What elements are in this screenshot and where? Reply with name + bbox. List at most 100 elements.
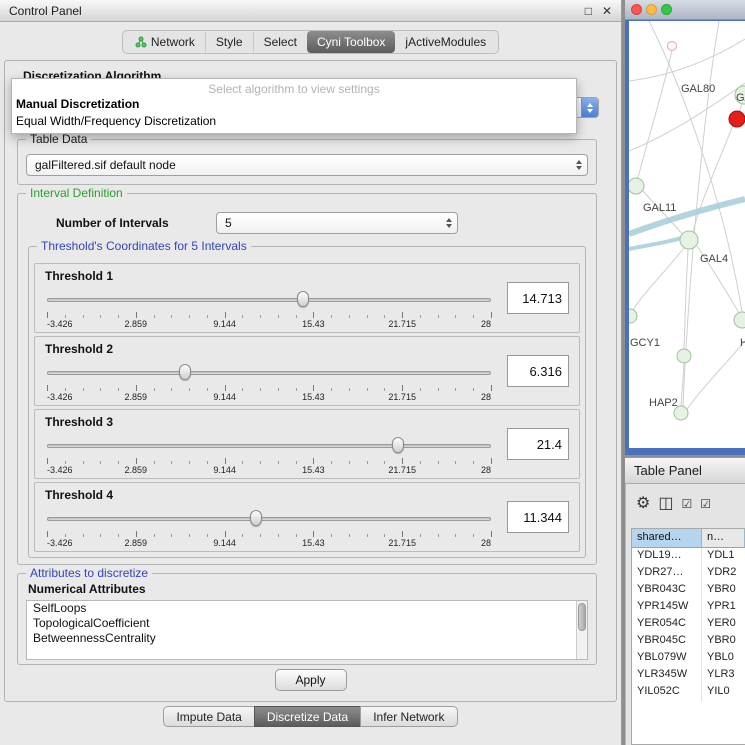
slider-thumb[interactable]: [392, 437, 404, 453]
table-cell[interactable]: YBR043C: [632, 582, 702, 599]
table-cell[interactable]: YDR27…: [632, 565, 702, 582]
algorithm-option-manual-discretization[interactable]: Manual Discretization: [12, 96, 576, 113]
gear-icon[interactable]: ⚙: [636, 496, 650, 512]
tab-jactivemodules[interactable]: jActiveModules: [395, 32, 496, 52]
tab-infer-network[interactable]: Infer Network: [360, 706, 457, 727]
slider-track[interactable]: [47, 298, 491, 302]
slider-track[interactable]: [47, 444, 491, 448]
threshold-value-input[interactable]: [507, 355, 569, 387]
scrollbar-thumb[interactable]: [578, 603, 586, 631]
table-cell[interactable]: YBR0: [702, 633, 745, 650]
table-cell[interactable]: YDR2: [702, 565, 745, 582]
table-row[interactable]: YDL19… YDL1: [632, 548, 745, 565]
threshold-label: Threshold 1: [45, 269, 113, 283]
table-cell[interactable]: YER054C: [632, 616, 702, 633]
slider-thumb[interactable]: [297, 291, 309, 307]
tab-network[interactable]: Network: [125, 32, 205, 52]
table-cell[interactable]: YIL0: [702, 684, 745, 701]
thresholds-coordinates-title: Threshold's Coordinates for 5 Intervals: [37, 239, 251, 253]
network-node[interactable]: [677, 349, 691, 363]
table-row[interactable]: YBR043C YBR0: [632, 582, 745, 599]
table-cell[interactable]: YLR3: [702, 667, 745, 684]
slider-tick: [313, 458, 314, 464]
threshold-slider[interactable]: [47, 363, 491, 383]
table-row[interactable]: YPR145W YPR1: [632, 599, 745, 616]
table-cell[interactable]: YBR0: [702, 582, 745, 599]
network-node[interactable]: [668, 42, 677, 51]
table-cell[interactable]: YBL079W: [632, 650, 702, 667]
checkbox-checked-icon[interactable]: ☑: [681, 498, 692, 510]
table-cell[interactable]: YBL0: [702, 650, 745, 667]
table-cell[interactable]: YIL052C: [632, 684, 702, 701]
algorithm-popup-hint: Select algorithm to view settings: [12, 79, 576, 96]
apply-button[interactable]: Apply: [275, 669, 347, 691]
columns-icon[interactable]: ◫: [658, 496, 673, 512]
network-window-titlebar: [625, 0, 745, 20]
cyni-toolbox-panel: Discretization Algorithm Select algorith…: [4, 60, 617, 702]
slider-tick: [171, 388, 172, 391]
interval-definition-group: Interval Definition Number of Intervals …: [17, 193, 597, 565]
close-window-icon[interactable]: ✕: [602, 4, 612, 18]
slider-scale: -3.4262.8599.14415.4321.71528: [47, 538, 491, 549]
slider-tick: [438, 461, 439, 464]
table-cell[interactable]: YBR045C: [632, 633, 702, 650]
network-node[interactable]: [680, 231, 698, 249]
slider-track[interactable]: [47, 371, 491, 375]
network-node-selected-red[interactable]: [729, 111, 745, 127]
network-canvas[interactable]: GAL80 GA GAL11 GAL4 GCY1 HAP2 H: [629, 21, 745, 448]
slider-tick: [349, 461, 350, 464]
tab-style[interactable]: Style: [205, 32, 253, 52]
slider-tick: [65, 315, 66, 318]
zoom-traffic-light-icon[interactable]: [661, 4, 672, 15]
threshold-slider[interactable]: [47, 436, 491, 456]
table-row[interactable]: YBR045C YBR0: [632, 633, 745, 650]
algorithm-select-stepper-icon[interactable]: [581, 98, 598, 117]
tab-cyni-toolbox[interactable]: Cyni Toolbox: [307, 31, 395, 53]
algorithm-option-equal-width-frequency[interactable]: Equal Width/Frequency Discretization: [12, 113, 576, 130]
tab-impute-data[interactable]: Impute Data: [163, 706, 254, 727]
network-node[interactable]: [734, 312, 745, 328]
float-window-icon[interactable]: □: [585, 4, 592, 18]
table-cell[interactable]: YPR145W: [632, 599, 702, 616]
network-node[interactable]: [629, 309, 637, 323]
tab-discretize-data[interactable]: Discretize Data: [254, 706, 361, 727]
table-cell[interactable]: YDL19…: [632, 548, 702, 565]
slider-track[interactable]: [47, 517, 491, 521]
column-header-shared-name[interactable]: shared…: [632, 529, 702, 548]
table-cell[interactable]: YLR345W: [632, 667, 702, 684]
threshold-value-input[interactable]: [507, 501, 569, 533]
table-cell[interactable]: YER0: [702, 616, 745, 633]
number-of-intervals-select[interactable]: 5: [216, 212, 458, 234]
threshold-slider[interactable]: [47, 290, 491, 310]
slider-thumb[interactable]: [179, 364, 191, 380]
table-row[interactable]: YIL052C YIL0: [632, 684, 745, 701]
attribute-list-item[interactable]: TopologicalCoefficient: [27, 616, 576, 631]
column-header-name[interactable]: n…: [702, 529, 745, 548]
attribute-list-scrollbar[interactable]: [576, 601, 587, 659]
table-row[interactable]: YBL079W YBL0: [632, 650, 745, 667]
slider-scale-label: 15.43: [302, 392, 325, 402]
slider-tick: [420, 388, 421, 391]
table-cell[interactable]: YPR1: [702, 599, 745, 616]
attribute-list-item[interactable]: SelfLoops: [27, 601, 576, 616]
table-row[interactable]: YLR345W YLR3: [632, 667, 745, 684]
table-cell[interactable]: YDL1: [702, 548, 745, 565]
numerical-attributes-listbox: SelfLoops TopologicalCoefficient Between…: [26, 600, 588, 660]
tab-select[interactable]: Select: [253, 32, 307, 52]
table-row[interactable]: YDR27… YDR2: [632, 565, 745, 582]
table-row[interactable]: YER054C YER0: [632, 616, 745, 633]
minimize-traffic-light-icon[interactable]: [646, 4, 657, 15]
network-node[interactable]: [629, 178, 644, 194]
number-of-intervals-stepper-icon[interactable]: [446, 213, 452, 233]
checkbox-checked-icon-2[interactable]: ☑: [700, 498, 711, 510]
attribute-list-item[interactable]: BetweennessCentrality: [27, 631, 576, 646]
threshold-value-input[interactable]: [507, 282, 569, 314]
threshold-slider[interactable]: [47, 509, 491, 529]
threshold-value-input[interactable]: [507, 428, 569, 460]
table-data-select[interactable]: galFiltered.sif default node: [26, 154, 588, 176]
table-data-stepper-icon[interactable]: [576, 155, 582, 175]
slider-scale-label: 15.43: [302, 465, 325, 475]
close-traffic-light-icon[interactable]: [631, 4, 642, 15]
slider-thumb[interactable]: [250, 510, 262, 526]
table-body: YDL19… YDL1 YDR27… YDR2 YBR043C YBR0 YPR…: [632, 548, 745, 701]
